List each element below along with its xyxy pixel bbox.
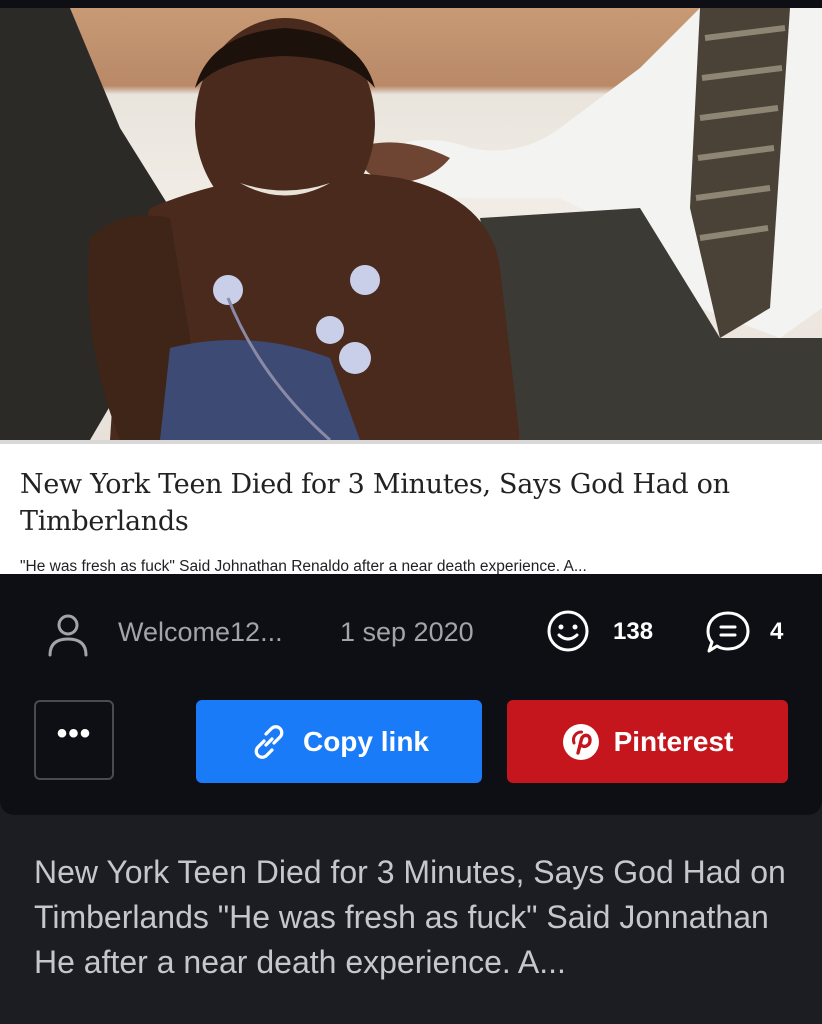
pinterest-icon xyxy=(562,723,599,760)
comments-count: 4 xyxy=(770,618,784,645)
copy-link-button[interactable]: Copy link xyxy=(196,700,482,783)
more-options-label: ••• xyxy=(56,717,92,750)
meme-image[interactable]: New York Teen Died for 3 Minutes, Says G… xyxy=(0,8,822,574)
meme-photo xyxy=(0,8,822,440)
user-icon xyxy=(48,614,88,657)
copy-link-label: Copy link xyxy=(302,725,429,757)
meme-caption: New York Teen Died for 3 Minutes, Says G… xyxy=(0,440,822,574)
post-meta-row: Welcome12... 1 sep 2020 138 4 xyxy=(0,600,822,664)
caption-subtitle: "He was fresh as fuck" Said Johnathan Re… xyxy=(20,558,587,574)
pinterest-label: Pinterest xyxy=(613,725,734,757)
reactions-count: 138 xyxy=(613,618,654,645)
pinterest-button[interactable]: Pinterest xyxy=(507,700,788,783)
comment-icon[interactable] xyxy=(704,609,752,655)
smile-icon[interactable] xyxy=(546,609,590,653)
caption-title: New York Teen Died for 3 Minutes, Says G… xyxy=(20,469,730,537)
post-card: New York Teen Died for 3 Minutes, Says G… xyxy=(0,0,822,815)
author-name[interactable]: Welcome12... xyxy=(118,617,283,648)
more-options-button[interactable]: ••• xyxy=(34,700,114,780)
post-description: New York Teen Died for 3 Minutes, Says G… xyxy=(34,854,786,980)
post-date: 1 sep 2020 xyxy=(340,617,474,647)
link-icon xyxy=(254,724,284,759)
